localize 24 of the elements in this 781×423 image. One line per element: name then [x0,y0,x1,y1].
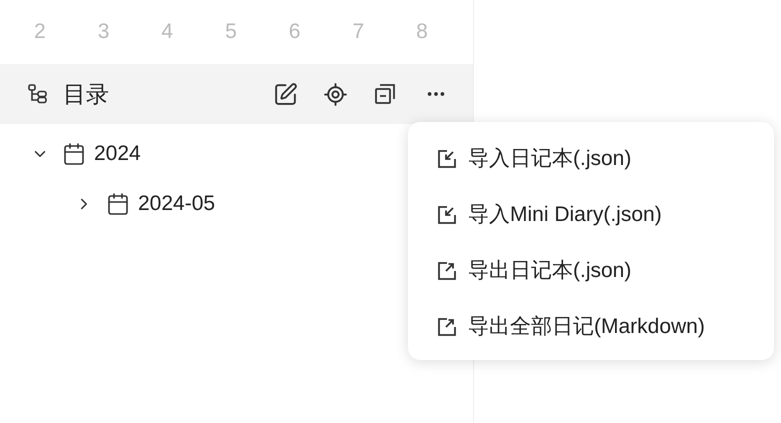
calendar-day[interactable]: 6 [280,16,344,48]
calendar-icon [62,142,86,166]
calendar-day[interactable]: 7 [344,16,408,48]
export-icon [436,316,458,338]
import-icon [436,148,458,170]
calendar-day[interactable]: 8 [408,16,472,48]
tree-item[interactable]: 2024 [94,138,141,170]
calendar-icon [106,192,130,216]
import-icon [436,204,458,226]
calendar-day[interactable]: 5 [217,16,281,48]
collapse-all-icon [373,82,397,106]
menu-item[interactable]: 导入Mini Diary(.json) [408,187,774,243]
calendar-day[interactable]: 2 [26,16,90,48]
locate-icon[interactable] [323,82,348,106]
tree-structure-icon [27,83,49,105]
calendar-day[interactable]: 3 [90,16,154,48]
calendar-day[interactable]: 4 [153,16,218,48]
edit-icon[interactable] [273,82,298,106]
menu-item[interactable]: 导入日记本(.json) [408,131,774,187]
toolbar-title: 目录 [63,80,109,109]
menu-item[interactable]: 导出日记本(.json) [408,243,774,299]
export-icon [436,260,458,282]
tree-item[interactable]: 2024-05 [138,188,216,220]
menu-item[interactable]: 导出全部日记(Markdown) [408,299,774,355]
